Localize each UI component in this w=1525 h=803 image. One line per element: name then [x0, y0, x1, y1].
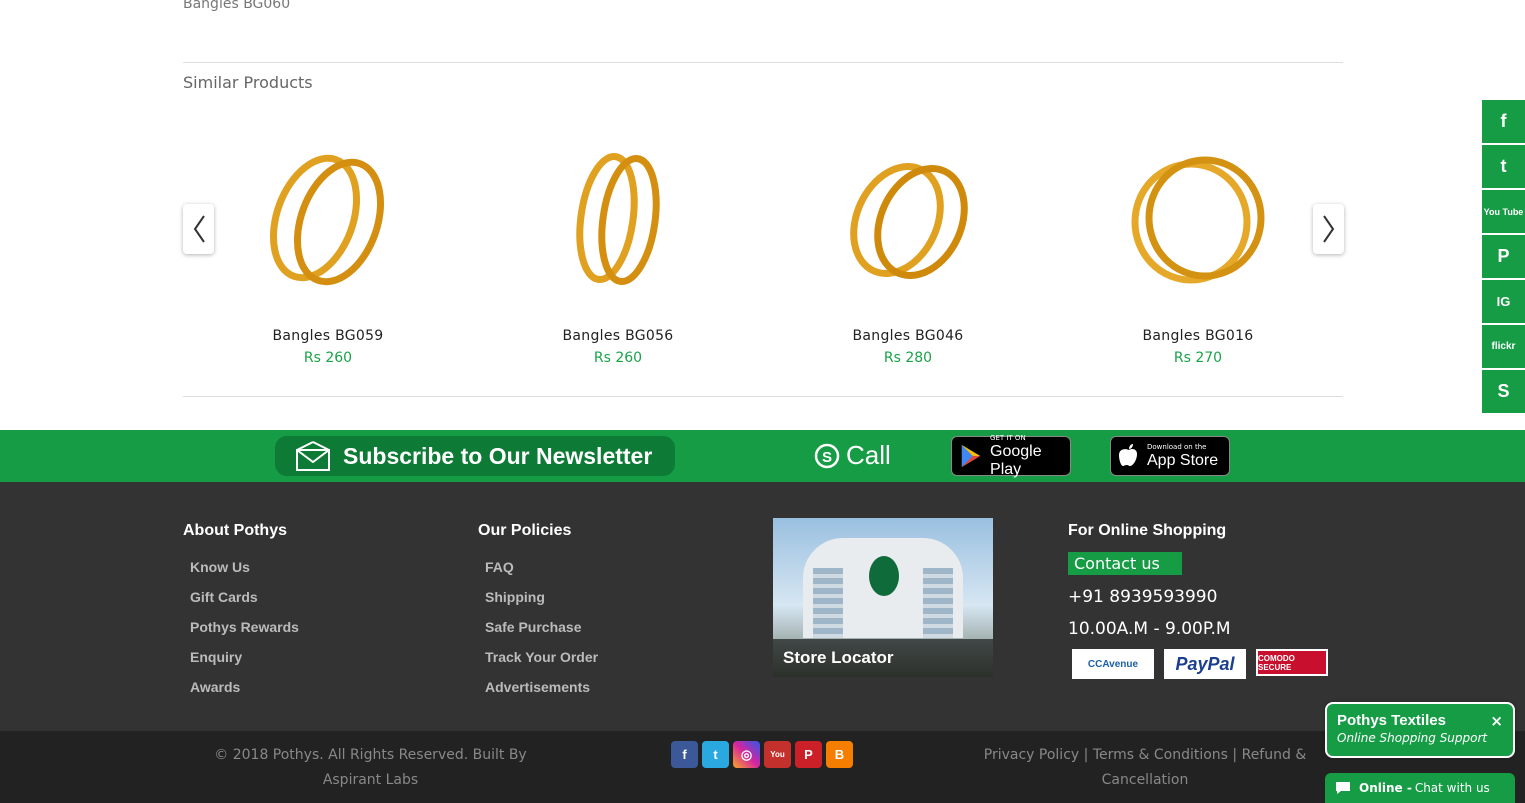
bangle-image: [576, 152, 660, 286]
bangle-image: [1131, 156, 1265, 284]
product-card[interactable]: Bangles BG056 Rs 260: [473, 140, 763, 366]
product-card[interactable]: Bangles BG059 Rs 260: [183, 140, 473, 366]
footer-policies-column: Our Policies FAQ Shipping Safe Purchase …: [478, 522, 598, 702]
chat-status: Online -: [1359, 781, 1412, 795]
pinterest-icon[interactable]: P: [795, 741, 822, 768]
twitter-icon[interactable]: t: [1482, 145, 1525, 188]
payment-badges: CCAvenue PayPal COMODO SECURE: [1072, 649, 1338, 679]
mail-icon: [296, 441, 330, 471]
product-name[interactable]: Bangles BG056: [473, 328, 763, 344]
terms-link[interactable]: Terms & Conditions: [1093, 747, 1228, 763]
product-name[interactable]: Bangles BG046: [763, 328, 1053, 344]
skype-icon[interactable]: S: [1482, 370, 1525, 413]
footer-link-shipping[interactable]: Shipping: [485, 582, 598, 612]
newsletter-subscribe-button[interactable]: Subscribe to Our Newsletter: [275, 436, 675, 476]
divider: [183, 62, 1343, 63]
skype-icon: S: [814, 443, 840, 468]
bottom-bar: © 2018 Pothys. All Rights Reserved. Buil…: [0, 731, 1525, 803]
instagram-icon[interactable]: IG: [1482, 280, 1525, 323]
breadcrumb: Bangles BG060: [183, 0, 291, 12]
bangle-image: [269, 154, 385, 286]
app-store-small: Download on the: [1147, 442, 1207, 451]
flickr-icon[interactable]: flickr: [1482, 325, 1525, 368]
google-play-icon: [961, 444, 981, 468]
contact-us-button[interactable]: Contact us: [1068, 552, 1182, 575]
chat-subtitle: Online Shopping Support: [1337, 731, 1488, 745]
store-locator-card[interactable]: Store Locator: [773, 518, 993, 677]
footer-link-advertisements[interactable]: Advertisements: [485, 672, 598, 702]
comodo-secure-logo: COMODO SECURE: [1256, 649, 1328, 676]
call-label: Call: [846, 440, 891, 470]
product-name[interactable]: Bangles BG059: [183, 328, 473, 344]
divider: [183, 396, 1343, 397]
pothys-logo: [869, 556, 899, 596]
footer-link-safe-purchase[interactable]: Safe Purchase: [485, 612, 598, 642]
product-card[interactable]: Bangles BG046 Rs 280: [763, 140, 1053, 366]
footer-link-pothys-rewards[interactable]: Pothys Rewards: [190, 612, 299, 642]
instagram-icon[interactable]: ◎: [733, 741, 760, 768]
paypal-logo: PayPal: [1164, 649, 1246, 679]
footer-link-enquiry[interactable]: Enquiry: [190, 642, 299, 672]
footer: About Pothys Know Us Gift Cards Pothys R…: [0, 482, 1525, 731]
copyright: © 2018 Pothys. All Rights Reserved. Buil…: [214, 747, 527, 788]
support-hours: 10.00A.M - 9.00P.M: [1068, 619, 1231, 639]
similar-products-title: Similar Products: [183, 73, 313, 92]
product-price: Rs 260: [593, 350, 643, 366]
chat-close-button[interactable]: ×: [1490, 712, 1503, 730]
newsletter-label: Subscribe to Our Newsletter: [343, 442, 653, 469]
promo-bar: Subscribe to Our Newsletter S Call GET I…: [0, 430, 1525, 482]
twitter-icon[interactable]: t: [702, 741, 729, 768]
blogger-icon[interactable]: B: [826, 741, 853, 768]
apple-icon: [1119, 444, 1137, 466]
footer-about-column: About Pothys Know Us Gift Cards Pothys R…: [183, 522, 299, 702]
product-price: Rs 280: [883, 350, 933, 366]
svg-text:S: S: [822, 449, 832, 466]
ccavenue-logo: CCAvenue: [1072, 649, 1154, 679]
legal-links: Privacy Policy | Terms & Conditions | Re…: [975, 743, 1315, 793]
youtube-icon[interactable]: You: [764, 741, 791, 768]
chat-widget[interactable]: Pothys Textiles Online Shopping Support …: [1325, 702, 1515, 758]
footer-social-icons: f t ◎ You P B: [671, 741, 857, 768]
chat-title: Pothys Textiles: [1337, 712, 1446, 729]
google-play-big: Google Play: [990, 442, 1042, 478]
google-play-small: GET IT ON: [990, 433, 1026, 442]
skype-call-button[interactable]: S Call: [814, 440, 891, 471]
side-social-bar: f t You Tube P IG flickr S: [1482, 100, 1525, 415]
chat-bubble-icon: [1336, 782, 1350, 794]
separator: |: [1232, 747, 1238, 763]
footer-link-know-us[interactable]: Know Us: [190, 552, 299, 582]
bangle-image: [850, 163, 968, 279]
product-name[interactable]: Bangles BG016: [1053, 328, 1343, 344]
footer-online-column: For Online Shopping Contact us +91 89395…: [1068, 522, 1338, 679]
facebook-icon[interactable]: f: [671, 741, 698, 768]
app-store-big: App Store: [1147, 451, 1219, 469]
footer-link-awards[interactable]: Awards: [190, 672, 299, 702]
pinterest-icon[interactable]: P: [1482, 235, 1525, 278]
separator: |: [1083, 747, 1089, 763]
facebook-icon[interactable]: f: [1482, 100, 1525, 143]
privacy-policy-link[interactable]: Privacy Policy: [984, 747, 1079, 763]
footer-online-title: For Online Shopping: [1068, 522, 1227, 539]
phone-number: +91 8939593990: [1068, 587, 1218, 607]
chat-action: Chat with us: [1414, 781, 1490, 795]
product-price: Rs 270: [1173, 350, 1223, 366]
chat-open-bar[interactable]: Online - Chat with us: [1325, 773, 1515, 803]
store-locator-label: Store Locator: [773, 639, 993, 677]
product-card[interactable]: Bangles BG016 Rs 270: [1053, 140, 1343, 366]
footer-policies-title: Our Policies: [478, 522, 572, 539]
footer-link-gift-cards[interactable]: Gift Cards: [190, 582, 299, 612]
footer-link-faq[interactable]: FAQ: [485, 552, 598, 582]
app-store-button[interactable]: Download on the App Store: [1110, 436, 1230, 476]
google-play-button[interactable]: GET IT ON Google Play: [951, 433, 1071, 478]
product-price: Rs 260: [303, 350, 353, 366]
youtube-icon[interactable]: You Tube: [1482, 190, 1525, 233]
footer-about-title: About Pothys: [183, 522, 287, 539]
footer-link-track-order[interactable]: Track Your Order: [485, 642, 598, 672]
